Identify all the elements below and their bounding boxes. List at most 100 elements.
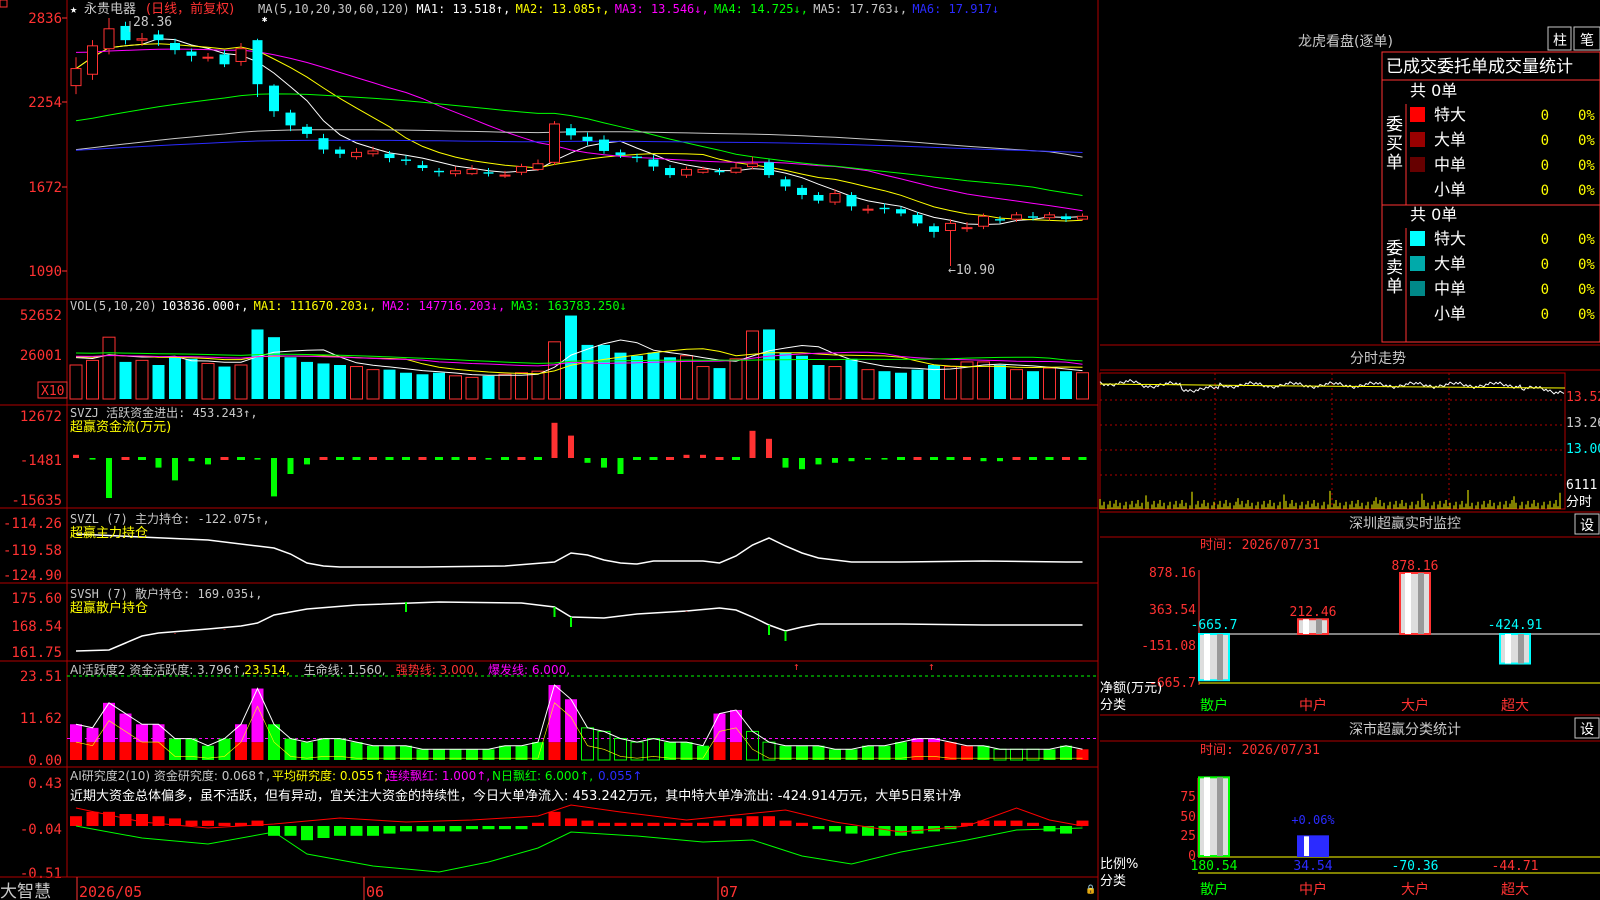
- ma-header-item: MA5: 17.763↓,: [813, 2, 907, 16]
- flow-bar: [584, 458, 591, 463]
- monitor-bar-shade: [1303, 619, 1309, 634]
- retail-tick-bar: [405, 602, 407, 612]
- ai-header-item: 23.514,: [244, 663, 290, 677]
- research-bar: [779, 820, 792, 826]
- research-avg-line: [75, 825, 1083, 873]
- sell-row-label: 特大: [1434, 229, 1466, 248]
- volume-bar: [135, 359, 149, 400]
- intraday-vol-label: 6111: [1566, 478, 1597, 493]
- sell-row-value: 0: [1541, 307, 1549, 323]
- candle-body: [780, 179, 791, 187]
- candle-body: [483, 172, 494, 174]
- volume-bar: [796, 355, 808, 399]
- ma-header-item: MA1: 13.518↑,: [416, 2, 510, 16]
- activity-bar: [515, 745, 528, 760]
- research-bar: [845, 826, 858, 834]
- sell-swatch: [1410, 231, 1425, 246]
- volume-bar: [1010, 369, 1023, 400]
- flow-bar: [106, 458, 112, 498]
- research-bar: [515, 826, 528, 830]
- activity-bar: [383, 745, 396, 760]
- tab-bar-view[interactable]: 柱: [1553, 33, 1567, 49]
- retail-tick-bar: [768, 625, 770, 635]
- candle-body: [466, 168, 478, 175]
- candle-body: [697, 168, 709, 173]
- research-bar: [86, 811, 99, 826]
- period-mode[interactable]: (日线，前复权): [146, 1, 234, 17]
- buy-row-pct: 0%: [1578, 133, 1595, 149]
- research-bar: [598, 822, 610, 826]
- candle-body: [87, 45, 98, 75]
- candle-body: [929, 226, 939, 232]
- volume-bar: [201, 362, 215, 400]
- activity-tick: 23.51: [20, 669, 62, 685]
- activity-bar: [779, 745, 792, 760]
- buy-row-label: 小单: [1434, 180, 1466, 199]
- flow-bar: [666, 457, 674, 460]
- flow-bar: [633, 457, 641, 460]
- volume-bar: [433, 372, 445, 399]
- flow-bar: [188, 458, 195, 462]
- flow-bar: [138, 457, 146, 460]
- candle-body: [961, 227, 973, 230]
- volume-bar: [944, 366, 957, 400]
- flow-bar: [749, 430, 756, 458]
- activity-bar: [746, 730, 759, 761]
- flow-bar: [551, 422, 558, 458]
- stock-name[interactable]: 永贵电器: [84, 2, 136, 17]
- classify-settings-button[interactable]: 设: [1580, 722, 1594, 738]
- activity-bar: [499, 745, 511, 760]
- candle-body: [599, 139, 609, 151]
- classify-category: 中户: [1299, 881, 1327, 898]
- flow-bar: [485, 458, 492, 460]
- classify-category: 大户: [1401, 881, 1429, 898]
- ma-header-item: MA3: 13.546↓,: [615, 2, 709, 16]
- research-header-item: 平均研究度: 0.055↑,: [272, 768, 388, 783]
- svsh-header: SVSH (7) 散户持仓: 169.035↓,: [70, 586, 263, 601]
- vol-tick: 26001: [20, 348, 62, 364]
- buy-side-label: 买: [1386, 134, 1403, 154]
- candle-body: [401, 159, 411, 161]
- candle-body: [764, 162, 774, 176]
- candle-body: [186, 51, 197, 56]
- research-bar: [284, 826, 297, 836]
- candle-body: [829, 193, 841, 203]
- candle-body: [1011, 214, 1022, 220]
- activity-bar: [928, 742, 940, 760]
- candle-body: [235, 48, 247, 62]
- tab-tick-view[interactable]: 笔: [1580, 33, 1594, 49]
- monitor-value-label: 212.46: [1290, 605, 1337, 620]
- monitor-category: 大户: [1401, 697, 1429, 714]
- volume-bar: [482, 375, 495, 399]
- volume-bar: [301, 361, 313, 399]
- buy-row-pct: 0%: [1578, 108, 1595, 124]
- volume-bar: [696, 366, 710, 400]
- monitor-settings-button[interactable]: 设: [1580, 518, 1594, 534]
- monitor-ylabel: 净额(万元): [1100, 681, 1162, 696]
- candle-body: [219, 54, 230, 65]
- ai-header-item: 爆发线: 6.000,: [488, 662, 570, 677]
- volume-bar: [449, 375, 462, 400]
- activity-bar: [664, 742, 676, 760]
- flow-bar: [435, 457, 443, 460]
- flow-bar: [304, 458, 310, 465]
- flow-bar: [930, 457, 938, 460]
- research-bar: [367, 826, 379, 836]
- flow-bar: [782, 458, 789, 468]
- candle-body: [532, 163, 544, 170]
- buy-swatch: [1410, 107, 1425, 122]
- ai-header-item: 生命线: 1.560,: [304, 662, 386, 677]
- intraday-tick: 13.00: [1566, 442, 1600, 457]
- chart-workspace[interactable]: 28.36 ←10.90 ✱ ★ 永贵电器 (日线，前复权) MA(5,10,20,30,6…: [0, 0, 1600, 900]
- candle-body: [367, 150, 379, 155]
- monitor-value-label: 878.16: [1392, 559, 1439, 574]
- research-bar: [433, 826, 445, 832]
- classify-time: 时间: 2026/07/31: [1200, 743, 1320, 758]
- research-tick: -0.04: [20, 822, 62, 838]
- volume-bar: [119, 361, 132, 399]
- activity-bar: [796, 745, 808, 760]
- intraday-vol-unit: 分时: [1566, 495, 1592, 510]
- monitor-tick: -151.08: [1141, 639, 1196, 654]
- retail-tick-bar: [174, 633, 176, 634]
- candle-body: [813, 194, 824, 201]
